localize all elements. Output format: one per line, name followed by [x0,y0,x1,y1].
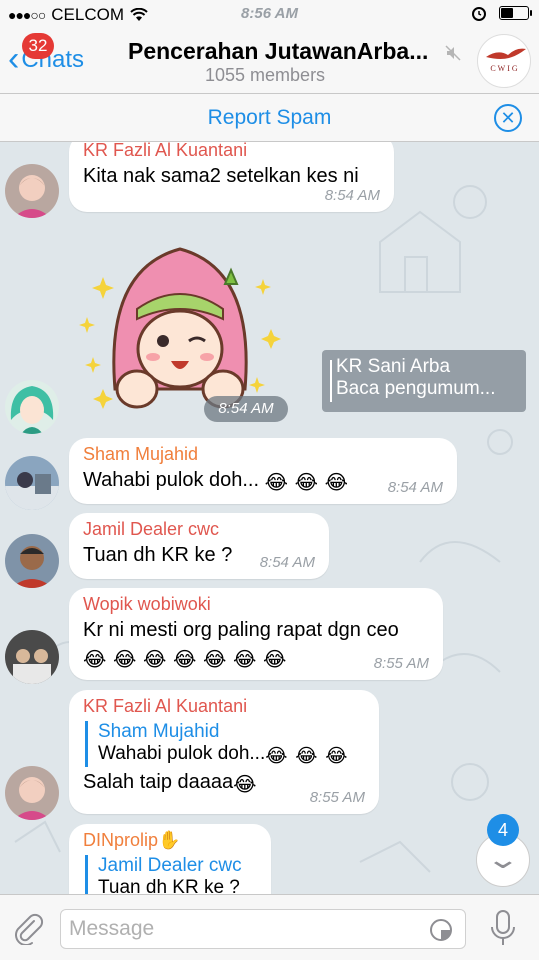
cwig-logo-icon: CWIG [486,48,526,73]
reply-sender: Sham Mujahid [98,721,220,742]
message-time: 8:54 AM [324,187,380,204]
laughing-emoji-icon: 😂 [113,649,137,671]
avatar[interactable] [5,380,59,434]
laughing-emoji-icon: 😂 [233,649,257,671]
sender-name[interactable]: Jamil Dealer cwc [83,519,315,540]
new-messages-badge: 4 [487,814,519,846]
avatar[interactable] [5,630,59,684]
reply-quote[interactable]: Jamil Dealer cwc Tuan dh KR ke ? [85,855,257,894]
pinned-sender: KR Sani Arba [336,356,451,377]
message-text: Kita nak sama2 setelkan kes ni [83,165,359,187]
mute-icon [445,45,461,61]
message-input-bar: Message [0,894,539,960]
message-time: 8:55 AM [309,789,365,806]
message-time: 8:54 AM [259,554,315,571]
svg-text:CWIG: CWIG [490,64,519,73]
message-bubble[interactable]: Jamil Dealer cwc Tuan dh KR ke ? 8:54 AM [69,513,329,579]
reply-sender: Jamil Dealer cwc [98,855,242,876]
laughing-emoji-icon: 😂 [295,746,318,767]
avatar[interactable] [5,456,59,510]
pinned-text: Baca pengumum... [336,378,496,399]
sticker-image[interactable] [75,239,285,419]
microphone-icon[interactable] [488,909,518,949]
chat-header: ‹ Chats 32 Pencerahan JutawanArba... 105… [0,30,539,94]
alarm-icon [472,7,486,21]
laughing-emoji-icon: 😂 [265,746,288,767]
report-spam-button[interactable]: Report Spam [208,106,332,129]
attach-icon[interactable] [12,911,44,945]
avatar[interactable] [5,766,59,820]
raised-hand-emoji-icon: ✋ [158,830,181,850]
message-bubble[interactable]: Sham Mujahid Wahabi pulok doh... 😂 😂 😂 8:5… [69,438,457,504]
pinned-message-banner[interactable]: KR Sani Arba Baca pengumum... [322,350,526,412]
reply-quote[interactable]: Sham Mujahid Wahabi pulok doh...😂 😂 😂 [85,721,365,767]
laughing-emoji-icon: 😂 [325,746,348,767]
sticker-time: 8:54 AM [204,396,288,422]
laughing-emoji-icon: 😂 [143,649,167,671]
message-bubble[interactable]: KR Fazli Al Kuantani Kita nak sama2 sete… [69,142,394,212]
message-bubble[interactable]: KR Fazli Al Kuantani Sham Mujahid Wahabi… [69,690,379,814]
avatar[interactable] [5,164,59,218]
sender-name[interactable]: DINprolip✋ [83,830,257,851]
message-list[interactable]: KR Fazli Al Kuantani Kita nak sama2 sete… [0,142,539,894]
reply-text: Wahabi pulok doh...😂 😂 😂 [98,743,365,767]
laughing-emoji-icon: 😂 [264,472,288,494]
laughing-emoji-icon: 😂 [294,472,318,494]
status-time: 8:56 AM [241,5,298,22]
laughing-emoji-icon: 😂 [263,649,287,671]
close-icon[interactable]: ✕ [494,104,522,132]
sender-name[interactable]: KR Fazli Al Kuantani [83,696,365,717]
laughing-emoji-icon: 😂 [173,649,197,671]
laughing-emoji-icon: 😂 [324,472,348,494]
laughing-emoji-icon: 😂 [83,649,107,671]
chevron-left-icon: ‹ [8,40,20,78]
message-time: 8:55 AM [373,655,429,672]
message-input[interactable]: Message [60,909,466,949]
sender-name[interactable]: KR Fazli Al Kuantani [83,142,380,161]
status-bar: ●●●○○ CELCOM 8:56 AM [0,0,539,30]
sticker-icon[interactable] [429,918,453,942]
message-time: 8:54 AM [387,479,443,496]
group-title[interactable]: Pencerahan JutawanArba... [128,38,428,65]
report-spam-bar: Report Spam ✕ [0,94,539,142]
avatar[interactable] [5,534,59,588]
unread-chats-badge: 32 [22,33,54,59]
sender-name[interactable]: Wopik wobiwoki [83,594,429,615]
battery-icon [499,6,532,20]
sender-name[interactable]: Sham Mujahid [83,444,443,465]
group-avatar[interactable]: CWIG [477,34,531,88]
laughing-emoji-icon: 😂 [233,774,257,796]
message-bubble[interactable]: Wopik wobiwoki Kr ni mesti org paling ra… [69,588,443,680]
laughing-emoji-icon: 😂 [203,649,227,671]
message-text: Kr ni mesti org paling rapat dgn ceo [83,619,399,641]
reply-text: Tuan dh KR ke ? [98,877,240,894]
chevron-down-icon: ⌄ [485,844,521,874]
message-bubble[interactable]: DINprolip✋ Jamil Dealer cwc Tuan dh KR k… [69,824,271,894]
member-count: 1055 members [205,65,326,85]
